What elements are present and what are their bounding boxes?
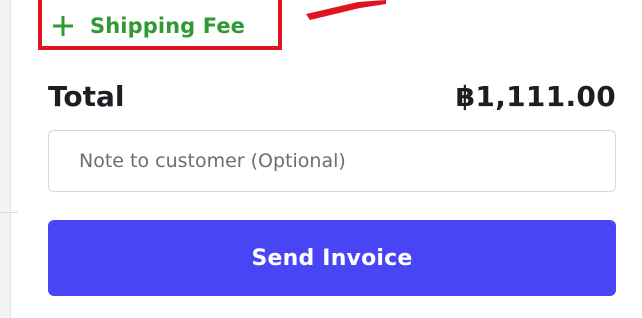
- left-divider: [10, 0, 11, 318]
- left-divider-tick: [0, 212, 18, 213]
- left-gutter: [0, 0, 10, 318]
- invoice-summary-panel: Shipping Fee Total ฿1,111.00 Send Invoic…: [0, 0, 642, 318]
- total-label: Total: [48, 79, 125, 113]
- total-amount: ฿1,111.00: [455, 79, 616, 113]
- annotation-highlight-box: [38, 0, 282, 50]
- note-to-customer-input[interactable]: [48, 130, 616, 192]
- total-row: Total ฿1,111.00: [48, 76, 616, 116]
- send-invoice-button[interactable]: Send Invoice: [48, 220, 616, 296]
- annotation-arrow-icon: [306, 0, 386, 20]
